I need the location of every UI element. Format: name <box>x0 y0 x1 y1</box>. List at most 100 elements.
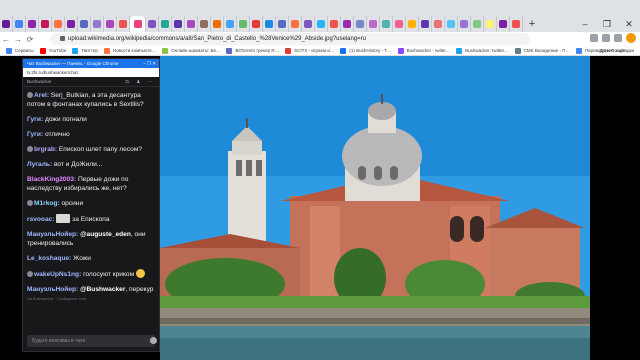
bookmark-favicon-icon <box>514 47 521 54</box>
bookmark-item[interactable]: Твиттер <box>72 47 98 54</box>
chat-mention[interactable]: @Bushwacker <box>80 286 125 293</box>
browser-tab[interactable] <box>263 16 276 32</box>
browser-tab[interactable] <box>419 16 432 32</box>
bookmark-item[interactable]: Сервисы <box>6 47 34 54</box>
minimize-button[interactable]: – <box>574 16 596 32</box>
browser-tab[interactable] <box>237 16 250 32</box>
tab-favicon-icon <box>382 20 390 28</box>
chat-mention[interactable]: @auguste_eden <box>80 231 131 238</box>
chat-username[interactable]: rsvooac: <box>27 216 55 223</box>
tab-favicon-icon <box>67 20 75 28</box>
chat-message: M1rkog: орсини <box>27 199 155 208</box>
browser-tab[interactable] <box>406 16 419 32</box>
browser-tab[interactable] <box>13 16 26 32</box>
profile-avatar[interactable] <box>626 33 636 43</box>
browser-tab[interactable] <box>26 16 39 32</box>
browser-tab[interactable] <box>224 16 237 32</box>
bookmark-item[interactable]: Онлайн-шахматы: Бе… <box>162 47 220 54</box>
chat-header-icons[interactable]: ⇆ ♟ ⋯ <box>125 77 155 87</box>
chat-username[interactable]: BlackKing2003: <box>27 176 76 183</box>
chat-input[interactable]: Будьте вежливы в чате <box>27 335 157 347</box>
browser-tab[interactable] <box>354 16 367 32</box>
reload-button[interactable]: ⟳ <box>24 35 36 44</box>
browser-tab[interactable] <box>0 16 13 32</box>
browser-tab[interactable] <box>130 16 146 32</box>
browser-tab[interactable] <box>458 16 471 32</box>
browser-tab[interactable] <box>367 16 380 32</box>
new-tab-button[interactable]: + <box>525 16 539 32</box>
browser-tab[interactable] <box>117 16 130 32</box>
bookmark-item[interactable]: Bushwacker: twitter… <box>456 47 509 54</box>
chat-message-text: вот и ДоЖили... <box>52 161 103 168</box>
browser-tab[interactable] <box>91 16 104 32</box>
browser-tab[interactable] <box>341 16 354 32</box>
tab-favicon-icon <box>148 20 156 28</box>
tab-favicon-icon <box>15 20 23 28</box>
tab-favicon-icon <box>161 20 169 28</box>
chat-username[interactable]: Гуги: <box>27 116 43 123</box>
browser-tab[interactable] <box>484 16 497 32</box>
browser-tab[interactable] <box>445 16 458 32</box>
bookmark-item[interactable]: (1) BushHistory - T… <box>340 47 392 54</box>
chat-message-text: отлично <box>43 131 70 138</box>
browser-tab[interactable] <box>497 16 510 32</box>
browser-tab[interactable] <box>393 16 406 32</box>
browser-tab[interactable] <box>302 16 315 32</box>
browser-tab[interactable] <box>146 16 159 32</box>
chat-message-text: орсини <box>59 200 84 207</box>
bookmark-item[interactable]: BitTorrent трекер R… <box>226 47 279 54</box>
maximize-button[interactable]: ❐ <box>596 16 618 32</box>
user-badge-icon <box>27 271 33 277</box>
browser-tab[interactable] <box>315 16 328 32</box>
chat-username[interactable]: Arel: <box>34 92 49 99</box>
browser-tab[interactable] <box>289 16 302 32</box>
chat-username[interactable]: Le_koshaque: <box>27 255 71 262</box>
browser-tab[interactable] <box>78 16 91 32</box>
browser-tab[interactable] <box>198 16 211 32</box>
browser-tab[interactable] <box>432 16 445 32</box>
extension-icon[interactable] <box>602 34 610 42</box>
other-bookmarks-folder[interactable]: Другие закладки <box>600 48 634 53</box>
chat-username[interactable]: МануэльНойер: <box>27 231 78 238</box>
browser-tab[interactable] <box>39 16 52 32</box>
chat-username[interactable]: brgrab: <box>34 146 57 153</box>
chat-username[interactable]: МануэльНойер: <box>27 286 78 293</box>
close-window-button[interactable]: ✕ <box>618 16 640 32</box>
address-bar[interactable]: upload.wikimedia.org/wikipedia/commons/a… <box>50 33 530 45</box>
browser-tab[interactable] <box>250 16 263 32</box>
browser-tab[interactable] <box>185 16 198 32</box>
extensions-puzzle-icon[interactable] <box>614 34 622 42</box>
chat-username[interactable]: Гуги: <box>27 131 43 138</box>
chat-username[interactable]: Лугаль: <box>27 161 52 168</box>
bookmark-item[interactable]: SCITX - играем и… <box>285 47 334 54</box>
browser-tab[interactable] <box>328 16 341 32</box>
popup-titlebar: Чат Bushwacker — Панель - Google Chrome … <box>23 59 159 68</box>
browser-tab[interactable] <box>52 16 65 32</box>
bookmark-item[interactable]: Новости компьюте… <box>103 47 156 54</box>
bookmark-item[interactable]: YouTube <box>39 47 66 54</box>
forward-button[interactable]: → <box>12 35 24 44</box>
extension-icon[interactable] <box>590 34 598 42</box>
browser-tab[interactable] <box>159 16 172 32</box>
browser-tab[interactable] <box>65 16 78 32</box>
bookmark-item[interactable]: CMK Вхождение - П… <box>514 47 570 54</box>
tab-favicon-icon <box>252 20 260 28</box>
tab-favicon-icon <box>356 20 364 28</box>
bookmark-item[interactable]: Bushwacker - twitte… <box>397 47 450 54</box>
browser-tab[interactable] <box>471 16 484 32</box>
chat-channel-name: Bushwacker <box>27 79 52 84</box>
chat-username[interactable]: wakeUpNs1ng: <box>34 271 81 278</box>
popup-window-controls[interactable]: – ❐ ✕ <box>143 59 156 68</box>
browser-tab[interactable] <box>380 16 393 32</box>
chat-settings-icon[interactable] <box>150 337 157 344</box>
chat-message-text: Жожи <box>71 255 91 262</box>
chat-message: Гуги: отлично <box>27 130 155 139</box>
browser-tab[interactable] <box>211 16 224 32</box>
back-button[interactable]: ← <box>0 35 12 44</box>
browser-tab[interactable] <box>276 16 289 32</box>
tab-favicon-icon <box>119 20 127 28</box>
chat-username[interactable]: M1rkog: <box>34 200 60 207</box>
browser-tab[interactable] <box>104 16 117 32</box>
browser-tab[interactable] <box>510 16 523 32</box>
browser-tab[interactable] <box>172 16 185 32</box>
